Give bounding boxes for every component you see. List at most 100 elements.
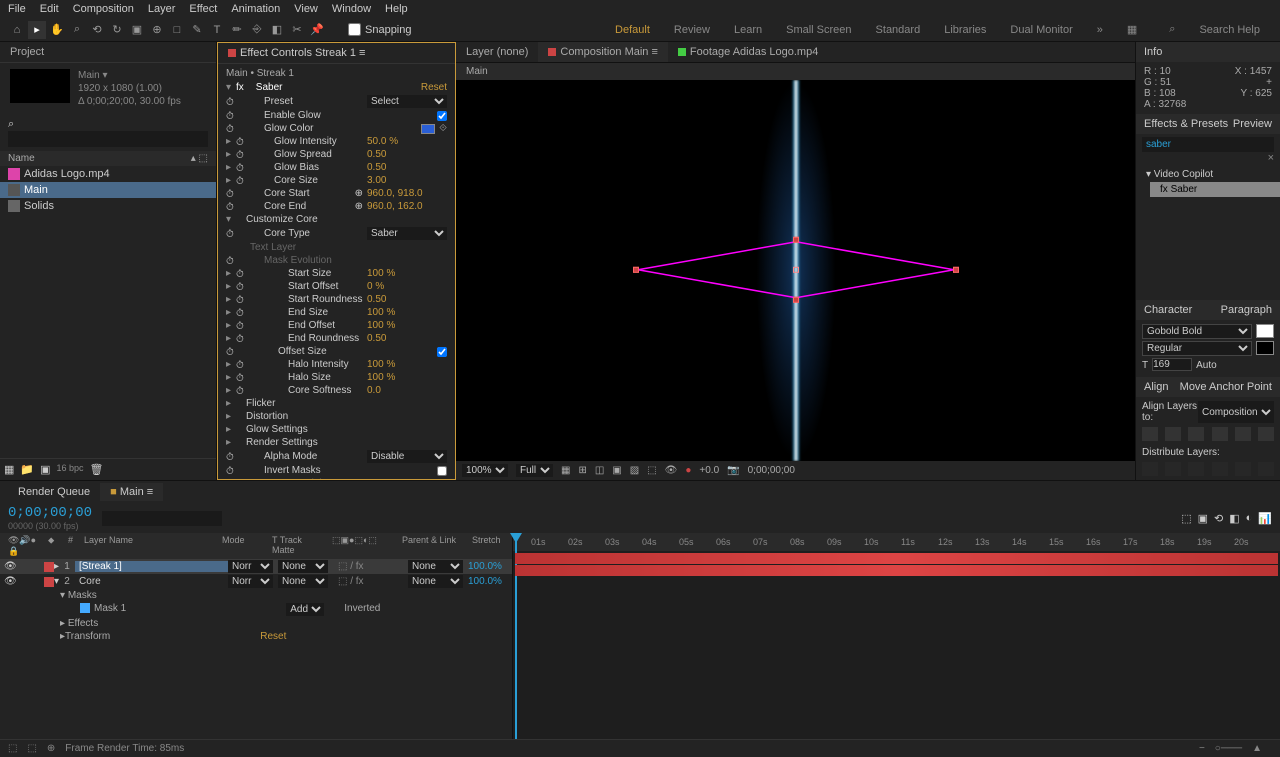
menu-layer[interactable]: Layer xyxy=(148,3,176,15)
mask-icon[interactable]: ◫ xyxy=(595,465,604,476)
twirl-icon[interactable]: ▸ xyxy=(226,268,236,279)
stopwatch-icon[interactable]: ⏱ xyxy=(236,308,248,318)
stretch-value[interactable]: 100.0% xyxy=(468,576,508,587)
stopwatch-icon[interactable]: ⏱ xyxy=(236,373,248,383)
menu-effect[interactable]: Effect xyxy=(189,3,217,15)
effects-presets-tab[interactable]: Effects & Presets xyxy=(1144,118,1228,130)
menu-animation[interactable]: Animation xyxy=(231,3,280,15)
glow-bias-value[interactable]: 0.50 xyxy=(367,162,447,173)
transform-reset-button[interactable]: Reset xyxy=(260,631,286,642)
twirl-icon[interactable]: ▸ xyxy=(226,359,236,370)
twirl-icon[interactable]: ▾ xyxy=(60,590,68,601)
graph-editor-icon[interactable]: 📊 xyxy=(1258,512,1272,525)
stopwatch-icon[interactable]: ⏱ xyxy=(236,334,248,344)
comp-breadcrumb[interactable]: Main xyxy=(456,63,1135,80)
end-roundness-value[interactable]: 0.50 xyxy=(367,333,447,344)
eraser-tool[interactable]: ◧ xyxy=(268,21,286,39)
grid-icon[interactable]: ▦ xyxy=(561,465,570,476)
stopwatch-icon[interactable]: ⏱ xyxy=(226,189,238,199)
mask-vertex-handle[interactable] xyxy=(793,296,799,302)
effects-item-saber[interactable]: fx Saber xyxy=(1150,182,1280,197)
layer-duration-bar[interactable] xyxy=(515,565,1278,576)
toggle-switches-icon[interactable]: ⬚ xyxy=(8,743,17,754)
menu-composition[interactable]: Composition xyxy=(73,3,134,15)
text-fill-swatch[interactable] xyxy=(1256,324,1274,338)
timecode-display[interactable]: 0;00;00;00 xyxy=(8,505,92,521)
layer-row[interactable]: 👁 ▾ 2 Core Norr None ⬚ / fx None 100.0% xyxy=(0,574,512,589)
halo-intensity-value[interactable]: 100 % xyxy=(367,359,447,370)
enable-glow-checkbox[interactable] xyxy=(437,111,447,121)
zoom-select[interactable]: 100% xyxy=(462,464,508,477)
mask-name[interactable]: Mask 1 xyxy=(94,603,126,616)
composition-tab[interactable]: Composition Main ≡ xyxy=(538,42,668,62)
stopwatch-icon[interactable]: ⏱ xyxy=(226,111,238,121)
offset-size-checkbox[interactable] xyxy=(437,347,447,357)
timeline-comp-tab[interactable]: ■ Main ≡ xyxy=(100,483,163,501)
reset-button[interactable]: Reset xyxy=(421,82,447,93)
align-left-button[interactable] xyxy=(1142,427,1158,441)
effects-group[interactable]: ▾ Video Copilot xyxy=(1136,167,1280,182)
camera-tool[interactable]: ▣ xyxy=(128,21,146,39)
masks-group[interactable]: ▾ Masks xyxy=(0,589,512,602)
twirl-icon[interactable]: ▸ xyxy=(226,162,236,173)
home-icon[interactable]: ⌂ xyxy=(8,21,26,39)
anchor-point-icon[interactable] xyxy=(793,266,799,272)
project-item-footage[interactable]: Adidas Logo.mp4 xyxy=(0,166,216,182)
twirl-icon[interactable]: ▸ xyxy=(226,281,236,292)
start-offset-value[interactable]: 0 % xyxy=(367,281,447,292)
halo-size-value[interactable]: 100 % xyxy=(367,372,447,383)
effects-search-input[interactable] xyxy=(1142,137,1274,152)
twirl-icon[interactable]: ▸ xyxy=(226,320,236,331)
menu-file[interactable]: File xyxy=(8,3,26,15)
zoom-slider[interactable]: ○─── xyxy=(1215,743,1242,754)
twirl-icon[interactable]: ▸ xyxy=(226,175,236,186)
workspace-dual[interactable]: Dual Monitor xyxy=(1010,24,1072,36)
track-matte-select[interactable]: None xyxy=(278,575,328,588)
draft-3d-icon[interactable]: ▣ xyxy=(1198,512,1208,525)
glow-settings-group[interactable]: Glow Settings xyxy=(236,424,447,435)
project-tab[interactable]: Project xyxy=(0,42,216,63)
info-tab[interactable]: Info xyxy=(1136,42,1280,62)
guides-icon[interactable]: ⊞ xyxy=(578,465,586,476)
toggle-switches-icon[interactable]: ⬚ xyxy=(27,743,36,754)
toggle-switches-icon[interactable]: ⊕ xyxy=(47,743,55,754)
new-folder-icon[interactable]: 📁 xyxy=(20,463,34,476)
twirl-icon[interactable]: ▸ xyxy=(226,294,236,305)
clear-search-icon[interactable]: × xyxy=(1268,152,1274,164)
resolution-select[interactable]: Full xyxy=(516,464,553,477)
stopwatch-icon[interactable]: ⏱ xyxy=(236,269,248,279)
twirl-icon[interactable]: ▾ xyxy=(226,82,236,93)
layer-tab[interactable]: Layer (none) xyxy=(456,42,538,62)
end-offset-value[interactable]: 100 % xyxy=(367,320,447,331)
text-stroke-swatch[interactable] xyxy=(1256,341,1274,355)
blend-mode-select[interactable]: Norr xyxy=(228,560,273,573)
shy-icon[interactable]: ⟲ xyxy=(1214,512,1223,525)
menu-edit[interactable]: Edit xyxy=(40,3,59,15)
new-comp-icon[interactable]: ▣ xyxy=(40,463,50,476)
stopwatch-icon[interactable]: ⏱ xyxy=(226,452,238,462)
font-select[interactable]: Gobold Bold xyxy=(1142,324,1252,339)
zoom-out-icon[interactable]: − xyxy=(1199,743,1205,754)
align-right-button[interactable] xyxy=(1188,427,1204,441)
twirl-icon[interactable]: ▸ xyxy=(60,618,68,629)
twirl-icon[interactable]: ▸ xyxy=(226,149,236,160)
align-tab[interactable]: Align xyxy=(1144,381,1168,393)
transparency-icon[interactable]: ▨ xyxy=(630,465,639,476)
zoom-in-icon[interactable]: ▲ xyxy=(1252,743,1262,754)
layer-row[interactable]: 👁 ▸ 1 [Streak 1] Norr None ⬚ / fx None 1… xyxy=(0,559,512,574)
stopwatch-icon[interactable]: ⏱ xyxy=(226,124,238,134)
workspace-panel-icon[interactable]: ▦ xyxy=(1127,23,1137,36)
rotate-tool[interactable]: ↻ xyxy=(108,21,126,39)
core-type-select[interactable]: Saber xyxy=(367,227,447,240)
core-start-value[interactable]: 960.0, 918.0 xyxy=(367,188,447,199)
snapping-checkbox[interactable] xyxy=(348,23,361,36)
twirl-icon[interactable]: ▾ xyxy=(226,214,236,225)
stopwatch-icon[interactable]: ⏱ xyxy=(226,229,238,239)
stopwatch-icon[interactable]: ⏱ xyxy=(226,466,238,476)
fx-badge-icon[interactable]: fx xyxy=(236,82,244,93)
distortion-group[interactable]: Distortion xyxy=(236,411,447,422)
motion-blur-icon[interactable]: ◐ xyxy=(1246,512,1253,525)
track-area[interactable]: 01s02s03s04s05s06s07s08s09s10s11s12s13s1… xyxy=(513,533,1280,739)
font-size-input[interactable] xyxy=(1152,358,1192,371)
preview-tab[interactable]: Preview xyxy=(1233,118,1272,130)
